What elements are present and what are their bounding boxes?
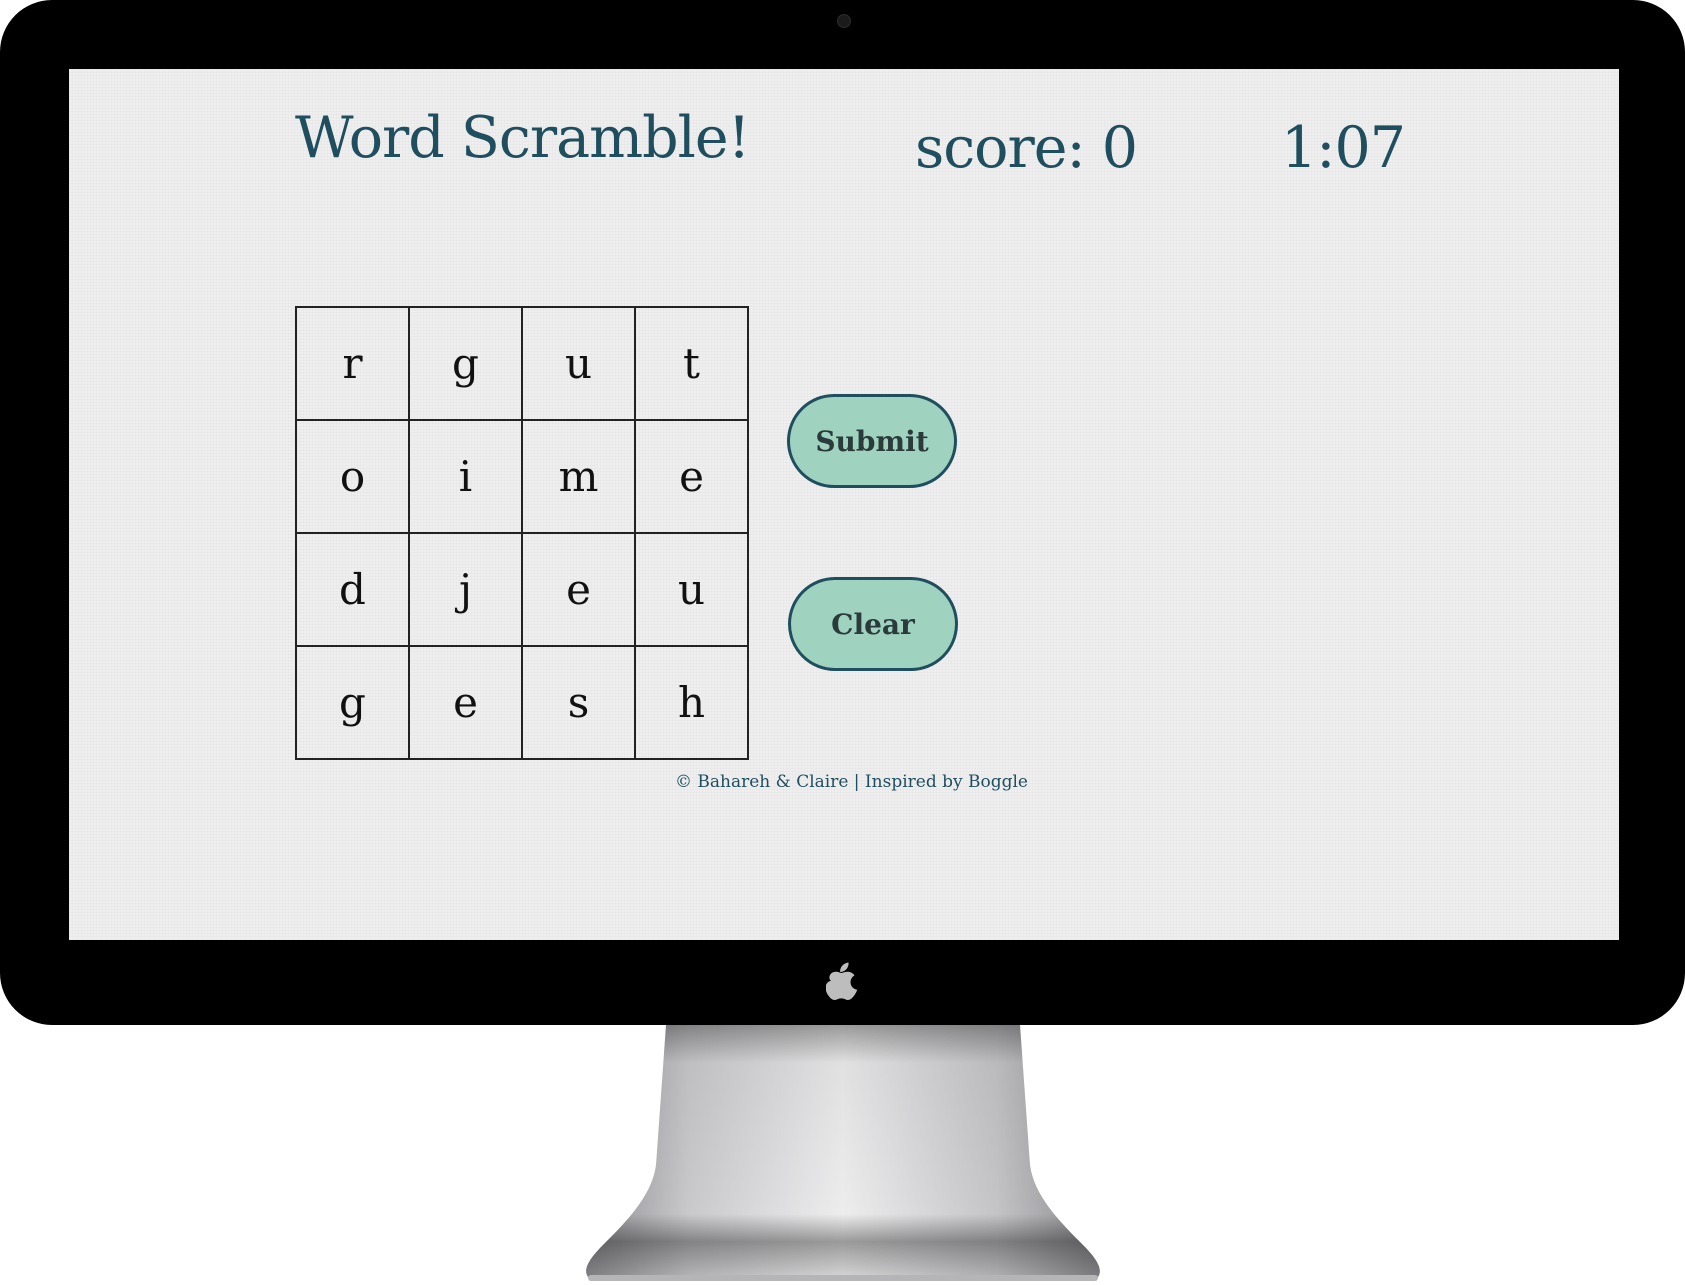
- letter-tile[interactable]: t: [635, 307, 748, 420]
- page-title: Word Scramble!: [295, 105, 750, 171]
- letter-board: r g u t o i m e d j e u g e s h: [295, 306, 749, 760]
- letter-tile[interactable]: e: [409, 646, 522, 759]
- letter-tile[interactable]: m: [522, 420, 635, 533]
- letter-tile[interactable]: g: [409, 307, 522, 420]
- camera-icon: [837, 14, 851, 28]
- score-display: score: 0: [915, 115, 1138, 181]
- letter-tile[interactable]: d: [296, 533, 409, 646]
- app-screen: Word Scramble! score: 0 1:07 r g u t o i…: [69, 69, 1619, 940]
- letter-tile[interactable]: i: [409, 420, 522, 533]
- letter-tile[interactable]: u: [635, 533, 748, 646]
- monitor-stand: [586, 1025, 1100, 1281]
- clear-button[interactable]: Clear: [788, 577, 958, 671]
- submit-button[interactable]: Submit: [787, 394, 957, 488]
- letter-tile[interactable]: e: [635, 420, 748, 533]
- letter-tile[interactable]: j: [409, 533, 522, 646]
- monitor-frame: Word Scramble! score: 0 1:07 r g u t o i…: [0, 0, 1685, 1025]
- letter-tile[interactable]: u: [522, 307, 635, 420]
- footer-credits: © Bahareh & Claire | Inspired by Boggle: [675, 772, 1028, 792]
- letter-tile[interactable]: h: [635, 646, 748, 759]
- apple-logo-icon: [826, 962, 858, 1000]
- letter-tile[interactable]: r: [296, 307, 409, 420]
- letter-tile[interactable]: o: [296, 420, 409, 533]
- letter-tile[interactable]: e: [522, 533, 635, 646]
- timer-display: 1:07: [1281, 115, 1406, 181]
- letter-tile[interactable]: s: [522, 646, 635, 759]
- letter-tile[interactable]: g: [296, 646, 409, 759]
